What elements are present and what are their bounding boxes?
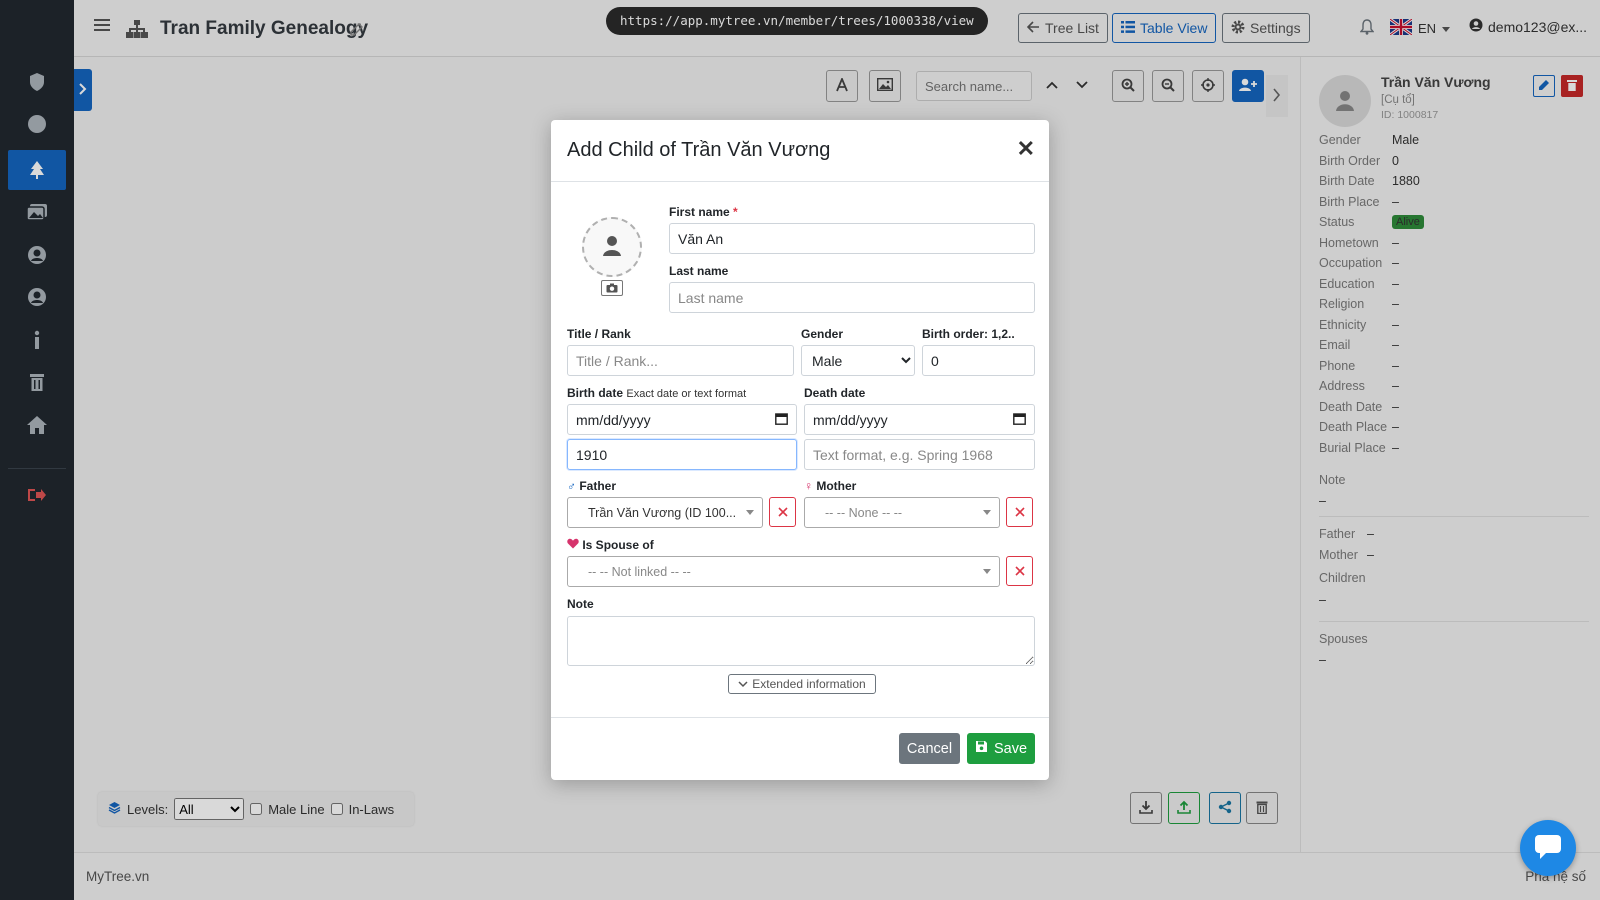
modal-footer-divider xyxy=(551,717,1049,718)
mother-select[interactable]: -- -- None -- -- xyxy=(804,497,1000,528)
caret-down-icon xyxy=(746,510,754,515)
note-textarea[interactable] xyxy=(567,616,1035,666)
gender-select[interactable]: Male xyxy=(801,345,915,376)
save-button[interactable]: Save xyxy=(967,733,1035,764)
caret-down-icon xyxy=(983,569,991,574)
spouse-select[interactable]: -- -- Not linked -- -- xyxy=(567,556,1000,587)
birth-date-label: Birth date Exact date or text format xyxy=(567,386,747,400)
birth-order-label: Birth order: 1,2.. xyxy=(922,327,1015,341)
heart-icon xyxy=(567,538,579,552)
user-icon xyxy=(602,235,622,260)
birth-order-input[interactable] xyxy=(922,345,1035,376)
birth-date-text-input[interactable] xyxy=(567,439,797,470)
modal-header: Add Child of Trần Văn Vương ✕ xyxy=(551,120,1049,182)
title-rank-input[interactable] xyxy=(567,345,794,376)
calendar-icon xyxy=(1013,412,1026,428)
male-icon: ♂ xyxy=(567,479,576,493)
mother-select-value: -- -- None -- -- xyxy=(825,505,903,520)
spouse-label: Is Spouse of xyxy=(567,538,654,552)
death-date-input[interactable]: mm/dd/yyyy xyxy=(804,404,1035,435)
floppy-disk-icon xyxy=(975,740,988,757)
first-name-input[interactable] xyxy=(669,223,1035,254)
chat-icon xyxy=(1534,834,1562,863)
add-child-modal: Add Child of Trần Văn Vương ✕ First name… xyxy=(551,120,1049,780)
mother-label: ♀ Mother xyxy=(804,479,857,493)
female-icon: ♀ xyxy=(804,479,813,493)
note-label: Note xyxy=(567,597,594,611)
photo-placeholder[interactable] xyxy=(582,217,642,277)
cancel-button[interactable]: Cancel xyxy=(899,733,960,764)
clear-mother-button[interactable] xyxy=(1006,497,1033,527)
death-date-text-input[interactable] xyxy=(804,439,1035,470)
chat-button[interactable] xyxy=(1520,820,1576,876)
caret-down-icon xyxy=(983,510,991,515)
spouse-select-value: -- -- Not linked -- -- xyxy=(588,564,691,579)
death-date-placeholder: mm/dd/yyyy xyxy=(813,411,888,428)
extended-info-button[interactable]: Extended information xyxy=(728,674,876,694)
last-name-label: Last name xyxy=(669,264,729,278)
clear-spouse-button[interactable] xyxy=(1006,556,1033,586)
close-icon xyxy=(1014,564,1025,579)
chevron-down-icon xyxy=(738,677,748,691)
save-label: Save xyxy=(993,740,1028,757)
clear-father-button[interactable] xyxy=(769,497,796,527)
death-date-label: Death date xyxy=(804,386,866,400)
title-rank-label: Title / Rank xyxy=(567,327,631,341)
birth-date-input[interactable]: mm/dd/yyyy xyxy=(567,404,797,435)
camera-icon[interactable] xyxy=(601,280,623,296)
father-select-value: Trần Văn Vương (ID 100... xyxy=(588,505,737,520)
close-icon[interactable]: ✕ xyxy=(1017,136,1035,162)
father-label: ♂ Father xyxy=(567,479,617,493)
modal-title: Add Child of Trần Văn Vương xyxy=(567,139,831,161)
extended-info-label: Extended information xyxy=(752,677,866,691)
first-name-label: First name * xyxy=(669,205,738,219)
close-icon xyxy=(777,505,788,520)
close-icon xyxy=(1014,505,1025,520)
calendar-icon xyxy=(775,412,788,428)
gender-label: Gender xyxy=(801,327,844,341)
birth-date-placeholder: mm/dd/yyyy xyxy=(576,411,651,428)
father-select[interactable]: Trần Văn Vương (ID 100... xyxy=(567,497,763,528)
last-name-input[interactable] xyxy=(669,282,1035,313)
